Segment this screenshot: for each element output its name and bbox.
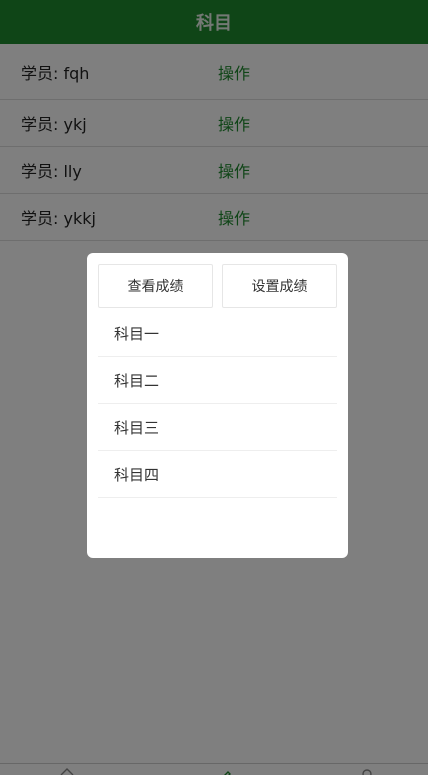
- set-score-button[interactable]: 设置成绩: [222, 264, 337, 308]
- subject-item[interactable]: 科目三: [98, 404, 337, 451]
- page: 科目 学员: fqh 操作 学员: ykj 操作 学员: lly 操作 学员: …: [0, 0, 428, 775]
- subject-item[interactable]: 科目一: [98, 310, 337, 357]
- subject-item[interactable]: 科目四: [98, 451, 337, 498]
- subject-list: 科目一 科目二 科目三 科目四: [98, 310, 337, 498]
- action-popup: 查看成绩 设置成绩 科目一 科目二 科目三 科目四: [87, 253, 348, 558]
- subject-item[interactable]: 科目二: [98, 357, 337, 404]
- popup-button-row: 查看成绩 设置成绩: [98, 264, 337, 308]
- view-score-button[interactable]: 查看成绩: [98, 264, 213, 308]
